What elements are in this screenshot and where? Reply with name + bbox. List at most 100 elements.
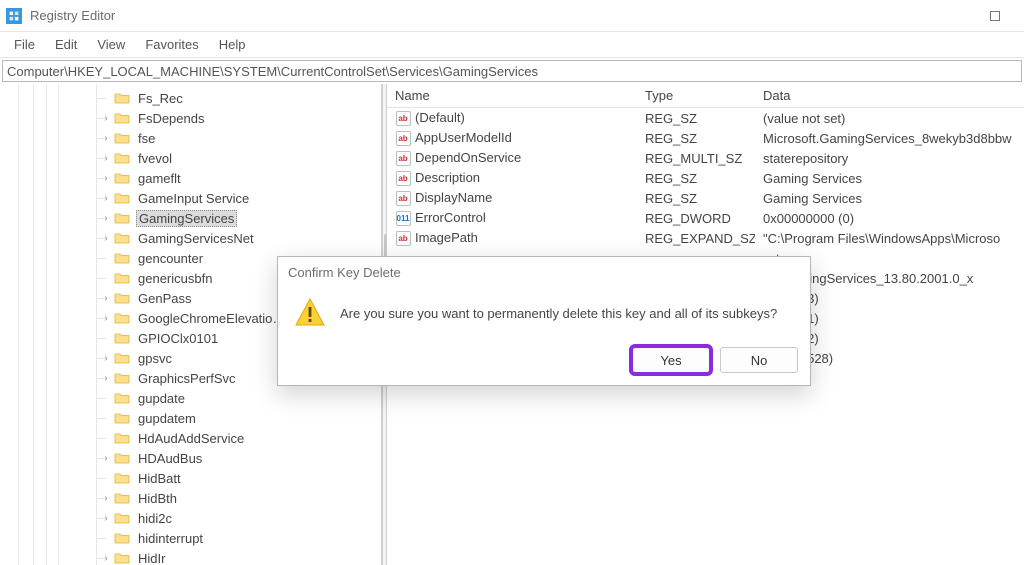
tree-item[interactable]: gupdate <box>100 388 381 408</box>
tree-item[interactable]: HdAudAddService <box>100 428 381 448</box>
value-data: Microsoft.GamingServices_8wekyb3d8bbw <box>763 131 1012 146</box>
folder-icon <box>114 111 130 125</box>
value-name: (Default) <box>415 110 465 125</box>
folder-icon <box>114 211 130 225</box>
tree-item[interactable]: ›GameInput Service <box>100 188 381 208</box>
tree-item-label: GamingServices <box>136 210 237 227</box>
regedit-app-icon <box>6 8 22 24</box>
folder-icon <box>114 91 130 105</box>
tree-item[interactable]: ›HDAudBus <box>100 448 381 468</box>
value-data: (value not set) <box>763 111 845 126</box>
tree-item[interactable]: ›FsDepends <box>100 108 381 128</box>
confirm-delete-dialog: Confirm Key Delete Are you sure you want… <box>277 256 811 386</box>
value-row[interactable]: abDependOnServiceREG_MULTI_SZstatereposi… <box>387 148 1024 168</box>
window-title: Registry Editor <box>30 8 115 23</box>
folder-icon <box>114 471 130 485</box>
menu-file[interactable]: File <box>4 34 45 55</box>
tree-item-label: HidBth <box>136 491 179 506</box>
dialog-message: Are you sure you want to permanently del… <box>340 306 777 321</box>
folder-icon <box>114 411 130 425</box>
folder-icon <box>114 311 130 325</box>
value-row[interactable]: ab(Default)REG_SZ(value not set) <box>387 108 1024 128</box>
column-name[interactable]: Name <box>387 88 637 103</box>
tree-item-label: GraphicsPerfSvc <box>136 371 238 386</box>
folder-icon <box>114 291 130 305</box>
tree-item-label: gpsvc <box>136 351 174 366</box>
string-value-icon: ab <box>395 150 411 166</box>
tree-item[interactable]: ›GamingServices <box>100 208 381 228</box>
tree-item-label: fvevol <box>136 151 174 166</box>
tree-item-label: HDAudBus <box>136 451 204 466</box>
maximize-button[interactable] <box>972 0 1018 32</box>
folder-icon <box>114 271 130 285</box>
tree-item[interactable]: ›hidi2c <box>100 508 381 528</box>
value-name: ErrorControl <box>415 210 486 225</box>
tree-item[interactable]: hidinterrupt <box>100 528 381 548</box>
value-name: Description <box>415 170 480 185</box>
yes-button[interactable]: Yes <box>632 347 710 373</box>
value-data: "C:\Program Files\WindowsApps\Microso <box>763 231 1000 246</box>
list-header: Name Type Data <box>387 84 1024 108</box>
folder-icon <box>114 431 130 445</box>
folder-icon <box>114 331 130 345</box>
value-row[interactable]: abImagePathREG_EXPAND_SZ"C:\Program File… <box>387 228 1024 248</box>
tree-item-label: HidBatt <box>136 471 183 486</box>
value-type: REG_DWORD <box>645 211 731 226</box>
tree-item[interactable]: ›GamingServicesNet <box>100 228 381 248</box>
tree-item[interactable]: ›fse <box>100 128 381 148</box>
address-path: Computer\HKEY_LOCAL_MACHINE\SYSTEM\Curre… <box>7 64 538 79</box>
tree-item[interactable]: ›fvevol <box>100 148 381 168</box>
value-row[interactable]: abDisplayNameREG_SZGaming Services <box>387 188 1024 208</box>
value-type: REG_SZ <box>645 131 697 146</box>
folder-icon <box>114 351 130 365</box>
tree-item-label: gupdate <box>136 391 187 406</box>
menubar: File Edit View Favorites Help <box>0 32 1024 58</box>
menu-view[interactable]: View <box>87 34 135 55</box>
value-type: REG_SZ <box>645 191 697 206</box>
value-row[interactable]: ab AppUserModelId REG_SZ Microsoft.GamingSe… <box>387 128 1024 148</box>
value-data: Gaming Services <box>763 171 862 186</box>
tree-item-label: GPIOClx0101 <box>136 331 220 346</box>
address-bar[interactable]: Computer\HKEY_LOCAL_MACHINE\SYSTEM\Curre… <box>2 60 1022 82</box>
tree-item-label: hidi2c <box>136 511 174 526</box>
tree-item[interactable]: ›HidIr <box>100 548 381 565</box>
tree-item[interactable]: HidBatt <box>100 468 381 488</box>
string-value-icon: ab <box>395 110 411 126</box>
menu-edit[interactable]: Edit <box>45 34 87 55</box>
folder-icon <box>114 371 130 385</box>
value-data: Gaming Services <box>763 191 862 206</box>
tree-item-label: GoogleChromeElevatio… <box>136 311 287 326</box>
tree-item-label: GenPass <box>136 291 193 306</box>
tree-item[interactable]: ›HidBth <box>100 488 381 508</box>
dialog-title: Confirm Key Delete <box>278 257 810 287</box>
value-row[interactable]: 011ErrorControlREG_DWORD0x00000000 (0) <box>387 208 1024 228</box>
tree-item-label: fse <box>136 131 157 146</box>
column-data[interactable]: Data <box>755 88 1024 103</box>
value-data: 0x00000000 (0) <box>763 211 854 226</box>
value-row[interactable]: abDescriptionREG_SZGaming Services <box>387 168 1024 188</box>
titlebar: Registry Editor <box>0 0 1024 32</box>
warning-icon <box>294 297 326 329</box>
value-name: AppUserModelId <box>415 130 512 145</box>
tree-item-label: genericusbfn <box>136 271 214 286</box>
menu-favorites[interactable]: Favorites <box>135 34 208 55</box>
tree-item-label: gupdatem <box>136 411 198 426</box>
column-type[interactable]: Type <box>637 88 755 103</box>
string-value-icon: ab <box>395 130 411 146</box>
value-name: DependOnService <box>415 150 521 165</box>
string-value-icon: ab <box>395 190 411 206</box>
tree-item-label: HidIr <box>136 551 167 565</box>
tree-item-label: GameInput Service <box>136 191 251 206</box>
value-type: REG_EXPAND_SZ <box>645 231 755 246</box>
tree-item[interactable]: ›gameflt <box>100 168 381 188</box>
tree-item-label: gameflt <box>136 171 183 186</box>
folder-icon <box>114 231 130 245</box>
tree-item[interactable]: gupdatem <box>100 408 381 428</box>
no-button[interactable]: No <box>720 347 798 373</box>
folder-icon <box>114 551 130 565</box>
folder-icon <box>114 491 130 505</box>
folder-icon <box>114 131 130 145</box>
tree-item-label: Fs_Rec <box>136 91 185 106</box>
menu-help[interactable]: Help <box>209 34 256 55</box>
tree-item[interactable]: Fs_Rec <box>100 88 381 108</box>
